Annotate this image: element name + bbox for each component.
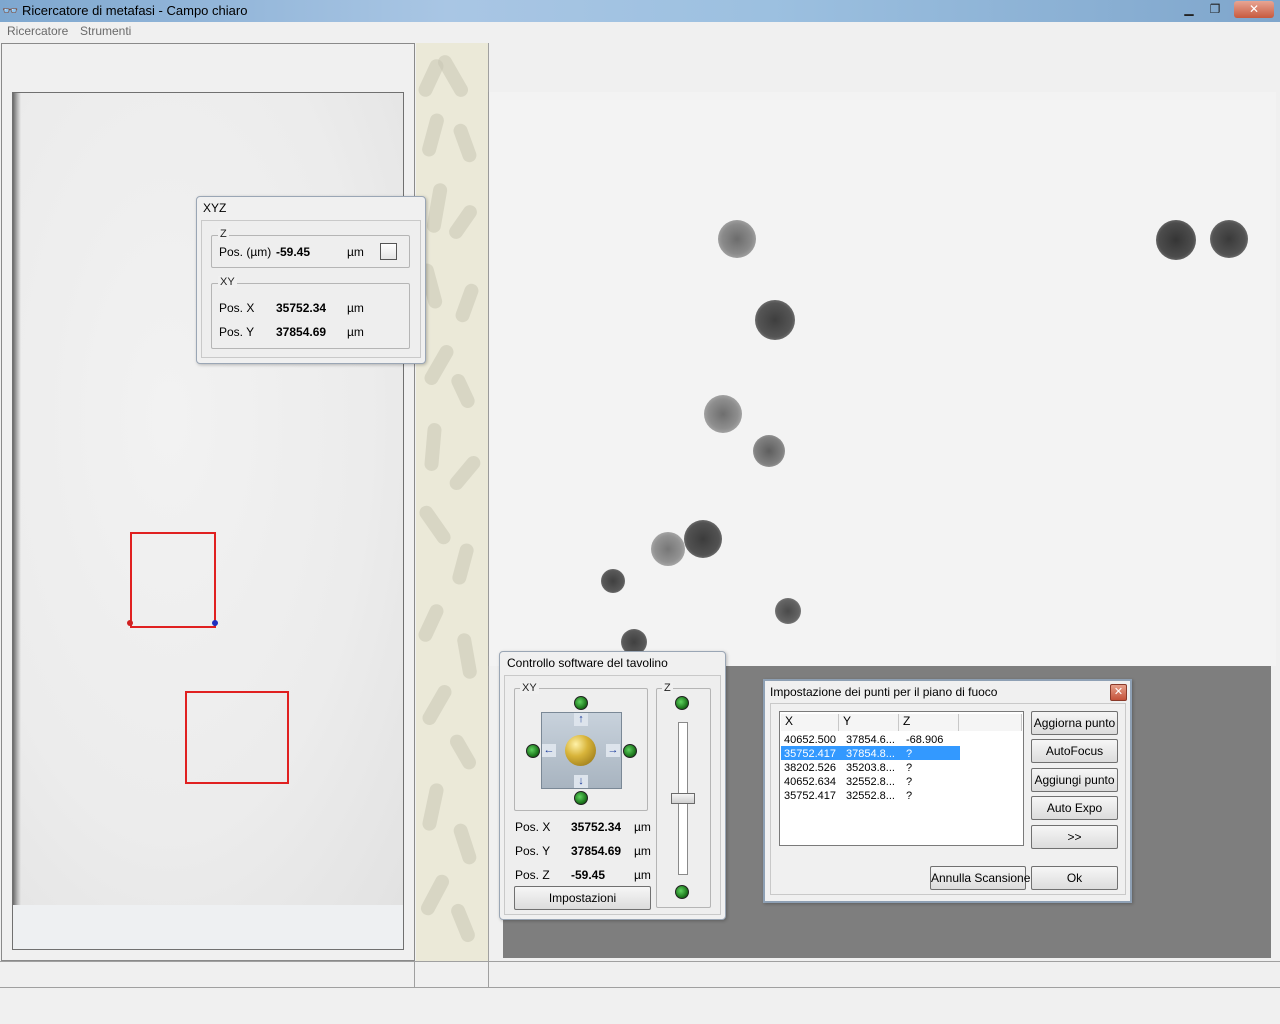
- stage-z-pos-label: Pos. Z: [515, 868, 550, 882]
- update-point-button[interactable]: Aggiorna punto: [1031, 711, 1118, 735]
- move-down-fast-button[interactable]: [574, 791, 588, 805]
- arrow-up-icon[interactable]: ↑: [574, 713, 588, 726]
- table-cell-z[interactable]: -68.906: [906, 733, 943, 747]
- window-title: Ricercatore di metafasi - Campo chiaro: [22, 3, 248, 18]
- add-point-button[interactable]: Aggiungi punto: [1031, 768, 1118, 792]
- column-header-x[interactable]: X: [781, 714, 839, 731]
- table-cell-y[interactable]: 35203.8...: [846, 761, 895, 775]
- stage-y-label: Pos. Y: [515, 844, 551, 858]
- move-left-fast-button[interactable]: [526, 744, 540, 758]
- stage-z-value: -59.45: [571, 868, 606, 882]
- stage-x-label: Pos. X: [515, 820, 551, 834]
- maximize-button[interactable]: ❐: [1202, 1, 1228, 18]
- scan-region-marker[interactable]: [185, 691, 289, 784]
- settings-button[interactable]: Impostazioni: [514, 886, 651, 910]
- marker-handle-red[interactable]: [127, 620, 133, 626]
- minimize-button[interactable]: ▁: [1176, 1, 1202, 18]
- karyotype-strip: [416, 43, 488, 961]
- table-cell-x[interactable]: 40652.634: [784, 775, 836, 789]
- column-header-z[interactable]: Z: [899, 714, 959, 731]
- cancel-scan-button[interactable]: Annulla Scansione: [930, 866, 1030, 890]
- stage-z-label: Z: [662, 682, 673, 694]
- arrow-left-icon[interactable]: ←: [542, 744, 556, 757]
- joystick-knob[interactable]: [565, 735, 596, 766]
- y-pos-value: 37854.69: [276, 325, 327, 339]
- menu-strumenti[interactable]: Strumenti: [80, 24, 131, 38]
- more-button[interactable]: >>: [1031, 825, 1118, 849]
- status-divider: [488, 961, 489, 987]
- binoculars-icon: 👓: [2, 3, 19, 18]
- status-divider: [414, 961, 415, 987]
- arrow-down-icon[interactable]: ↓: [574, 775, 588, 788]
- close-button[interactable]: ✕: [1234, 1, 1274, 18]
- table-cell-x[interactable]: 35752.417: [784, 789, 836, 803]
- stage-z-unit: µm: [634, 868, 651, 882]
- z-unit: µm: [347, 245, 364, 259]
- table-cell-x[interactable]: 40652.500: [784, 733, 836, 747]
- status-bar-upper: [0, 961, 1280, 987]
- autofocus-button[interactable]: AutoFocus: [1031, 739, 1118, 763]
- table-cell-y[interactable]: 32552.8...: [846, 789, 895, 803]
- stage-y-value: 37854.69: [571, 844, 622, 858]
- xy-group-label: XY: [218, 276, 237, 288]
- arrow-right-icon[interactable]: →: [606, 744, 620, 757]
- stage-dialog-title: Controllo software del tavolino: [507, 656, 668, 670]
- table-cell-y[interactable]: 37854.8...: [846, 747, 895, 761]
- xyz-dialog-title: XYZ: [203, 201, 227, 215]
- x-pos-value: 35752.34: [276, 301, 327, 315]
- menu-bar: [0, 22, 1280, 42]
- y-pos-label: Pos. Y: [219, 325, 255, 339]
- menu-ricercatore[interactable]: Ricercatore: [7, 24, 68, 38]
- z-pos-value: -59.45: [276, 245, 311, 259]
- table-cell-x[interactable]: 35752.417: [784, 747, 836, 761]
- status-bar-lower: [0, 987, 1280, 1024]
- z-down-button[interactable]: [675, 885, 689, 899]
- stage-y-unit: µm: [634, 844, 651, 858]
- x-pos-label: Pos. X: [219, 301, 255, 315]
- close-icon[interactable]: ✕: [1110, 684, 1127, 701]
- table-cell-y[interactable]: 37854.6...: [846, 733, 895, 747]
- move-right-fast-button[interactable]: [623, 744, 637, 758]
- focus-dialog-title: Impostazione dei punti per il piano di f…: [770, 685, 998, 699]
- scan-region-marker[interactable]: [130, 532, 216, 628]
- xy-groupbox: [211, 283, 410, 349]
- table-cell-z[interactable]: ?: [906, 747, 912, 761]
- table-cell-z[interactable]: ?: [906, 761, 912, 775]
- z-slider-thumb[interactable]: [671, 793, 695, 804]
- z-lock-checkbox[interactable]: [380, 243, 397, 260]
- table-cell-z[interactable]: ?: [906, 789, 912, 803]
- stage-x-value: 35752.34: [571, 820, 622, 834]
- move-up-fast-button[interactable]: [574, 696, 588, 710]
- slide-edge: [13, 93, 21, 905]
- z-group-label: Z: [218, 228, 229, 240]
- stage-x-unit: µm: [634, 820, 651, 834]
- column-header-empty: [959, 714, 1022, 731]
- ok-button[interactable]: Ok: [1031, 866, 1118, 890]
- z-pos-label: Pos. (µm): [219, 245, 272, 259]
- microscope-image[interactable]: [488, 92, 1276, 666]
- column-header-y[interactable]: Y: [839, 714, 899, 731]
- table-cell-z[interactable]: ?: [906, 775, 912, 789]
- x-unit: µm: [347, 301, 364, 315]
- table-cell-x[interactable]: 38202.526: [784, 761, 836, 775]
- marker-handle-blue[interactable]: [212, 620, 218, 626]
- z-up-button[interactable]: [675, 696, 689, 710]
- table-cell-y[interactable]: 32552.8...: [846, 775, 895, 789]
- y-unit: µm: [347, 325, 364, 339]
- stage-xy-label: XY: [520, 682, 539, 694]
- auto-expo-button[interactable]: Auto Expo: [1031, 796, 1118, 820]
